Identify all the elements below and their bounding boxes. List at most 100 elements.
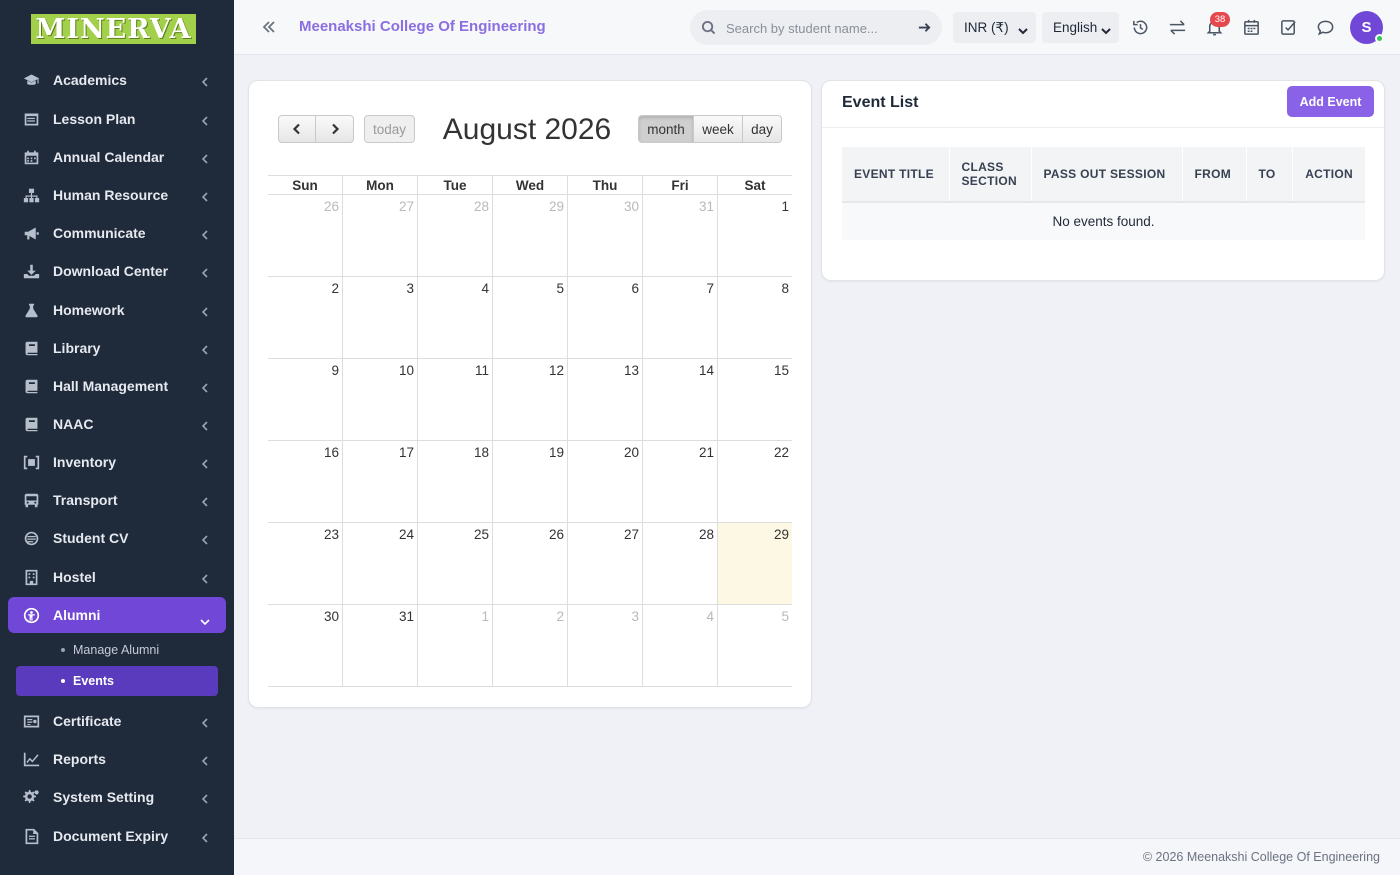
sidebar-item-homework[interactable]: Homework: [8, 292, 226, 328]
day-cell[interactable]: 21: [642, 441, 717, 522]
sidebar-item-inventory[interactable]: Inventory: [8, 444, 226, 480]
day-cell[interactable]: 10: [342, 359, 417, 440]
add-event-button[interactable]: Add Event: [1287, 86, 1374, 117]
day-cell[interactable]: 7: [642, 277, 717, 358]
day-cell[interactable]: 27: [567, 523, 642, 604]
day-cell[interactable]: 12: [492, 359, 567, 440]
week-view-button[interactable]: week: [694, 115, 743, 143]
day-cell[interactable]: 31: [342, 605, 417, 686]
sidebar-item-label: Reports: [53, 751, 106, 767]
day-cell[interactable]: 25: [417, 523, 492, 604]
day-cell[interactable]: 22: [717, 441, 792, 522]
sidebar-item-academics[interactable]: Academics: [8, 62, 226, 98]
month-view-button[interactable]: month: [638, 115, 694, 143]
day-cell[interactable]: 3: [342, 277, 417, 358]
search-submit-arrow-icon[interactable]: [917, 20, 932, 35]
day-cell[interactable]: 19: [492, 441, 567, 522]
day-cell[interactable]: 2: [492, 605, 567, 686]
day-cell[interactable]: 31: [642, 195, 717, 276]
day-cell[interactable]: 13: [567, 359, 642, 440]
day-cell[interactable]: 6: [567, 277, 642, 358]
day-cell[interactable]: 4: [417, 277, 492, 358]
building-icon: [22, 568, 40, 586]
currency-select[interactable]: INR (₹): [953, 12, 1036, 43]
sidebar-item-certificate[interactable]: Certificate: [8, 703, 226, 739]
day-cell[interactable]: 24: [342, 523, 417, 604]
day-cell[interactable]: 4: [642, 605, 717, 686]
sidebar-subitem-events[interactable]: Events: [16, 666, 218, 696]
day-cell[interactable]: 30: [268, 605, 342, 686]
day-cell[interactable]: 16: [268, 441, 342, 522]
day-cell[interactable]: 8: [717, 277, 792, 358]
sidebar-item-document-expiry[interactable]: Document Expiry: [8, 818, 226, 854]
chevron-left-icon: [201, 715, 208, 728]
day-cell[interactable]: 9: [268, 359, 342, 440]
sidebar-item-student-cv[interactable]: Student CV: [8, 520, 226, 556]
sidebar-item-transport[interactable]: Transport: [8, 482, 226, 518]
day-cell[interactable]: 20: [567, 441, 642, 522]
day-cell-today[interactable]: 29: [717, 523, 792, 604]
day-cell[interactable]: 28: [642, 523, 717, 604]
day-view-button[interactable]: day: [743, 115, 782, 143]
day-cell[interactable]: 18: [417, 441, 492, 522]
day-cell[interactable]: 23: [268, 523, 342, 604]
chevron-left-icon: [201, 791, 208, 804]
search-input[interactable]: [726, 18, 906, 38]
history-icon[interactable]: [1131, 18, 1150, 37]
day-cell[interactable]: 27: [342, 195, 417, 276]
col-event-title[interactable]: EVENT TITLE: [842, 147, 949, 203]
sidebar-item-download-center[interactable]: Download Center: [8, 253, 226, 289]
day-number: 7: [706, 281, 714, 296]
col-from[interactable]: FROM: [1181, 147, 1246, 203]
sidebar-item-label: Library: [53, 340, 101, 356]
sidebar-item-naac[interactable]: NAAC: [8, 406, 226, 442]
sidebar-item-annual-calendar[interactable]: Annual Calendar: [8, 139, 226, 175]
task-check-icon[interactable]: [1279, 18, 1298, 37]
college-name[interactable]: Meenakshi College Of Engineering: [299, 18, 546, 35]
col-pass-out-session[interactable]: PASS OUT SESSION: [1030, 147, 1182, 203]
graduation-cap-icon: [22, 71, 40, 89]
day-cell[interactable]: 26: [492, 523, 567, 604]
day-cell[interactable]: 1: [717, 195, 792, 276]
day-cell[interactable]: 5: [492, 277, 567, 358]
sidebar-item-human-resource[interactable]: Human Resource: [8, 177, 226, 213]
day-cell[interactable]: 1: [417, 605, 492, 686]
lesson-plan-icon: [22, 110, 40, 128]
day-cell[interactable]: 30: [567, 195, 642, 276]
chat-bubble-icon[interactable]: [1316, 18, 1335, 37]
language-select[interactable]: English: [1042, 12, 1119, 43]
day-number: 25: [473, 527, 489, 542]
day-cell[interactable]: 26: [268, 195, 342, 276]
day-cell[interactable]: 29: [492, 195, 567, 276]
day-cell[interactable]: 5: [717, 605, 792, 686]
col-class-section[interactable]: CLASS SECTION: [948, 147, 1031, 203]
top-header: Meenakshi College Of Engineering INR (₹)…: [234, 0, 1400, 55]
day-number: 17: [398, 445, 414, 460]
sidebar-item-lesson-plan[interactable]: Lesson Plan: [8, 101, 226, 137]
logo[interactable]: MINERVA: [31, 14, 196, 45]
sidebar-subitem-manage-alumni[interactable]: Manage Alumni: [16, 635, 218, 665]
sidebar-item-hall-management[interactable]: Hall Management: [8, 368, 226, 404]
currency-value: INR (₹): [964, 19, 1009, 35]
day-cell[interactable]: 3: [567, 605, 642, 686]
sidebar-item-system-setting[interactable]: System Setting: [8, 779, 226, 815]
day-cell[interactable]: 15: [717, 359, 792, 440]
day-cell[interactable]: 28: [417, 195, 492, 276]
switch-arrows-icon[interactable]: [1168, 18, 1187, 37]
flask-icon: [22, 301, 40, 319]
sidebar-item-reports[interactable]: Reports: [8, 741, 226, 777]
day-cell[interactable]: 17: [342, 441, 417, 522]
sidebar-item-library[interactable]: Library: [8, 330, 226, 366]
day-cell[interactable]: 14: [642, 359, 717, 440]
user-avatar[interactable]: S: [1350, 11, 1384, 44]
col-to[interactable]: TO: [1245, 147, 1292, 203]
day-number: 18: [473, 445, 489, 460]
document-icon: [22, 827, 40, 845]
sidebar-item-hostel[interactable]: Hostel: [8, 559, 226, 595]
sidebar-item-communicate[interactable]: Communicate: [8, 215, 226, 251]
sidebar-item-alumni[interactable]: Alumni: [8, 597, 226, 633]
day-cell[interactable]: 2: [268, 277, 342, 358]
day-cell[interactable]: 11: [417, 359, 492, 440]
calendar-icon[interactable]: [1242, 18, 1261, 37]
collapse-sidebar-icon[interactable]: [261, 19, 277, 35]
